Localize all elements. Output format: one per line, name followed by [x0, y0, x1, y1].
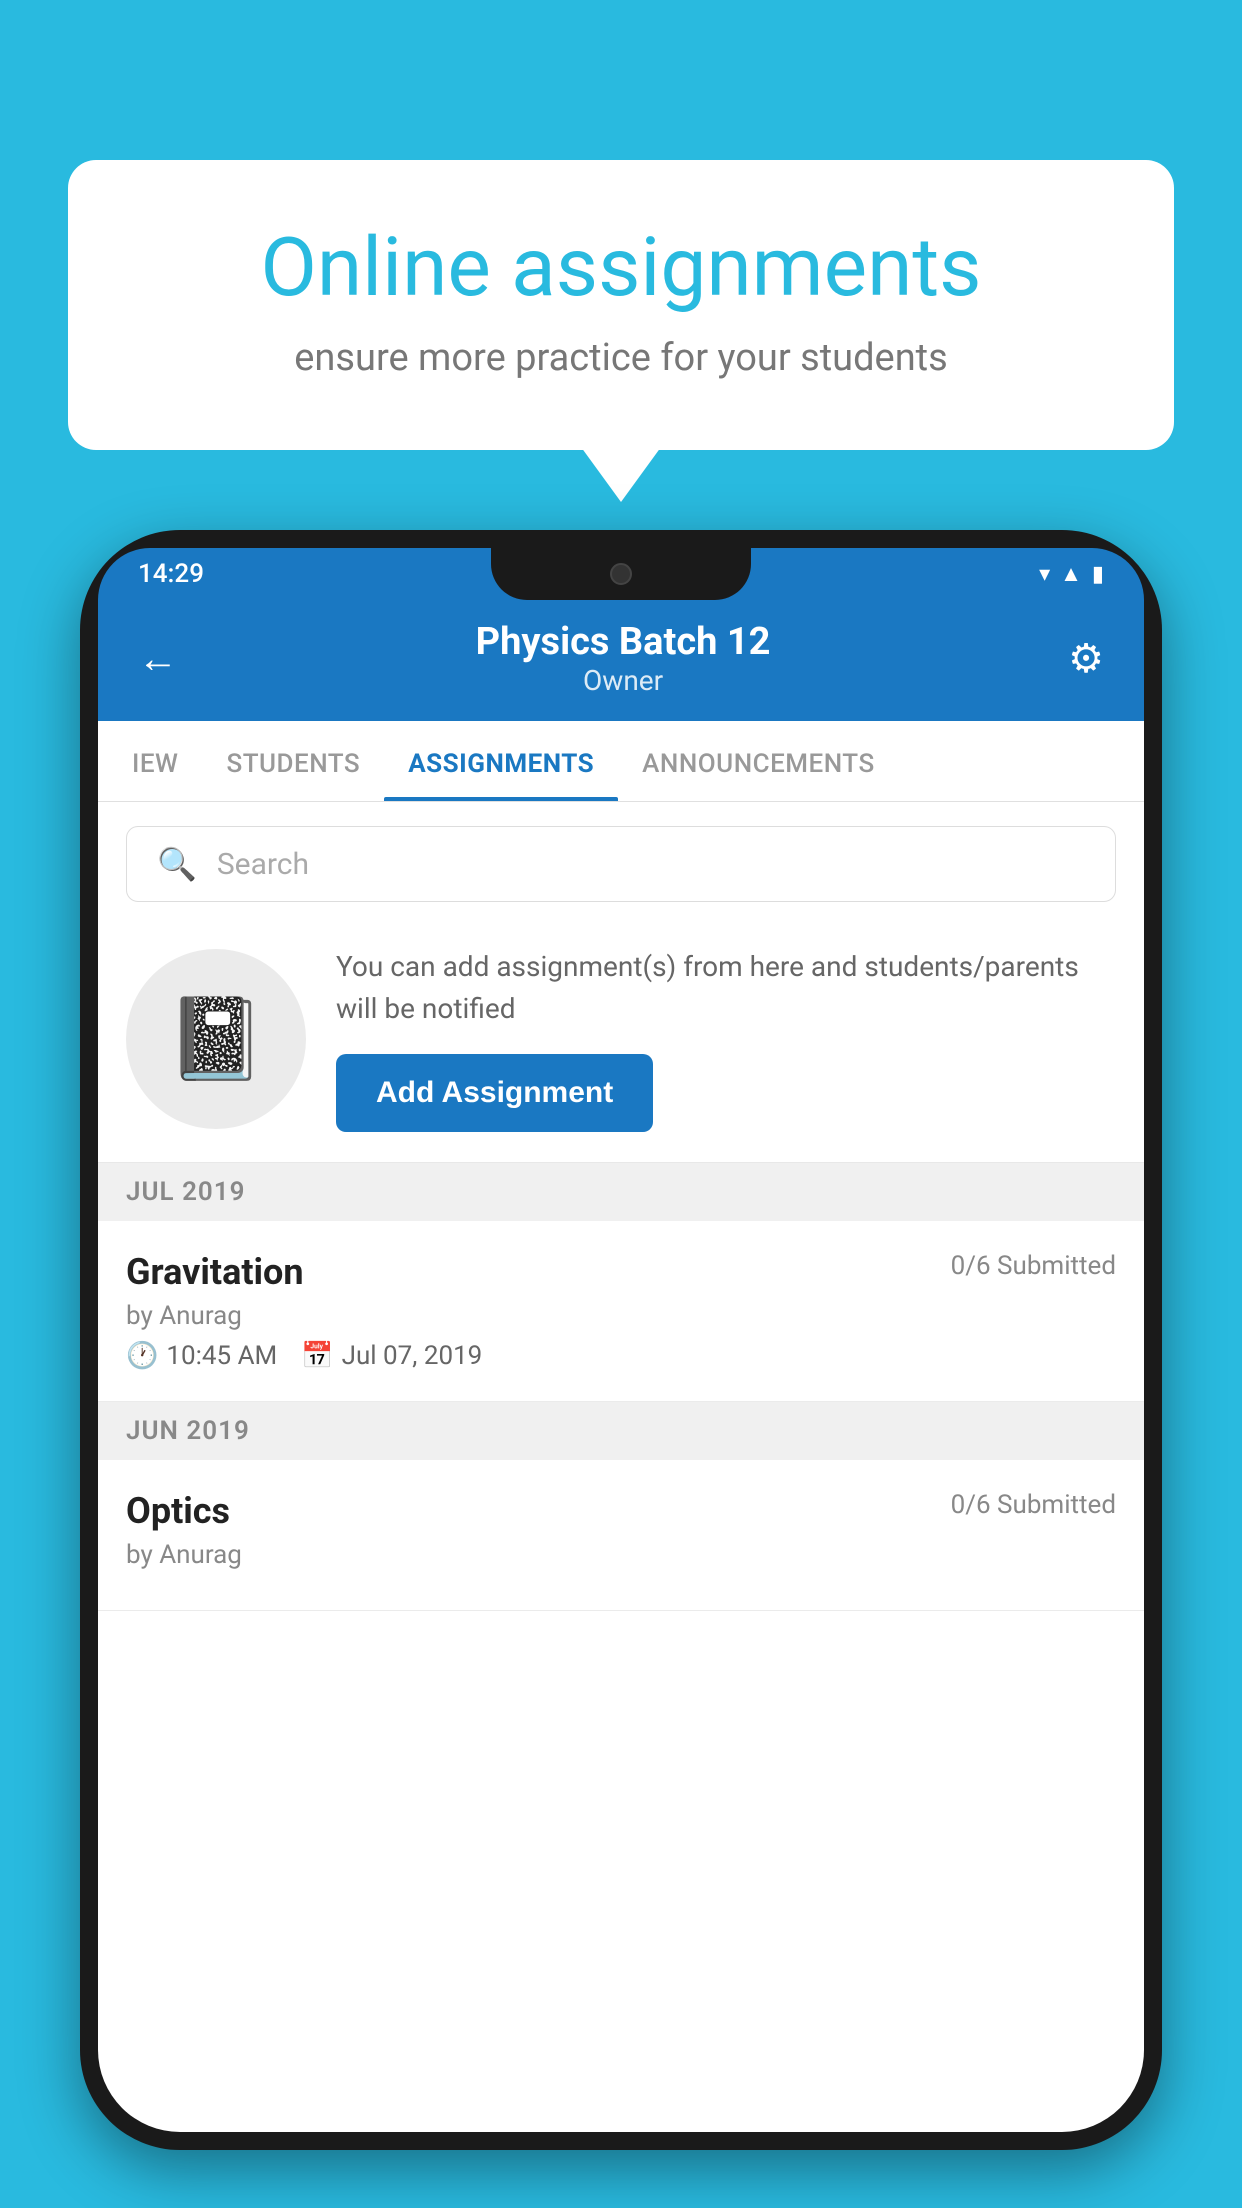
assignment-row1: Gravitation 0/6 Submitted — [126, 1251, 1116, 1293]
speech-bubble-wrapper: Online assignments ensure more practice … — [68, 160, 1174, 450]
add-assignment-content: You can add assignment(s) from here and … — [336, 946, 1116, 1132]
speech-bubble-title: Online assignments — [148, 220, 1094, 316]
add-assignment-description: You can add assignment(s) from here and … — [336, 946, 1116, 1030]
header-title: Physics Batch 12 — [476, 620, 771, 664]
tab-iew[interactable]: IEW — [108, 721, 202, 801]
speech-bubble-subtitle: ensure more practice for your students — [148, 336, 1094, 380]
speech-bubble: Online assignments ensure more practice … — [68, 160, 1174, 450]
assignment-time: 10:45 AM — [166, 1341, 277, 1371]
assignment-by-gravitation: by Anurag — [126, 1301, 1116, 1331]
notebook-icon: 📓 — [166, 992, 266, 1086]
assignment-by-optics: by Anurag — [126, 1540, 1116, 1570]
add-assignment-button[interactable]: Add Assignment — [336, 1054, 653, 1132]
tab-assignments[interactable]: ASSIGNMENTS — [384, 721, 618, 801]
phone-outer: 14:29 ▾ ▲ ▮ ← Physics Batch 12 Owner ⚙ I… — [80, 530, 1162, 2150]
tab-announcements[interactable]: ANNOUNCEMENTS — [618, 721, 899, 801]
assignment-icon-circle: 📓 — [126, 949, 306, 1129]
assignment-date: Jul 07, 2019 — [342, 1341, 483, 1371]
app-header: ← Physics Batch 12 Owner ⚙ — [98, 600, 1144, 721]
assignment-submitted-gravitation: 0/6 Submitted — [951, 1251, 1116, 1281]
status-icons: ▾ ▲ ▮ — [1039, 561, 1104, 587]
time-info: 🕐 10:45 AM — [126, 1341, 277, 1371]
section-header-jun: JUN 2019 — [98, 1402, 1144, 1460]
status-time: 14:29 — [138, 559, 204, 589]
header-subtitle: Owner — [476, 664, 771, 697]
assignment-name-gravitation: Gravitation — [126, 1251, 304, 1293]
search-bar[interactable]: 🔍 Search — [126, 826, 1116, 902]
calendar-icon: 📅 — [301, 1341, 333, 1371]
tabs-bar: IEW STUDENTS ASSIGNMENTS ANNOUNCEMENTS — [98, 721, 1144, 802]
phone-screen: ← Physics Batch 12 Owner ⚙ IEW STUDENTS … — [98, 600, 1144, 2132]
assignment-item-gravitation[interactable]: Gravitation 0/6 Submitted by Anurag 🕐 10… — [98, 1221, 1144, 1402]
back-button[interactable]: ← — [138, 635, 178, 682]
wifi-icon: ▾ — [1039, 562, 1050, 587]
phone-wrapper: 14:29 ▾ ▲ ▮ ← Physics Batch 12 Owner ⚙ I… — [80, 530, 1162, 2150]
header-center: Physics Batch 12 Owner — [476, 620, 771, 697]
gear-icon[interactable]: ⚙ — [1068, 635, 1104, 682]
tab-students[interactable]: STUDENTS — [202, 721, 384, 801]
assignment-item-optics[interactable]: Optics 0/6 Submitted by Anurag — [98, 1460, 1144, 1611]
assignment-name-optics: Optics — [126, 1490, 230, 1532]
phone-camera — [610, 563, 632, 585]
battery-icon: ▮ — [1092, 562, 1104, 587]
search-icon: 🔍 — [157, 845, 197, 883]
search-placeholder: Search — [217, 847, 309, 882]
add-assignment-section: 📓 You can add assignment(s) from here an… — [98, 926, 1144, 1163]
clock-icon: 🕐 — [126, 1341, 158, 1371]
section-header-jul: JUL 2019 — [98, 1163, 1144, 1221]
assignment-datetime-gravitation: 🕐 10:45 AM 📅 Jul 07, 2019 — [126, 1341, 1116, 1371]
assignment-submitted-optics: 0/6 Submitted — [951, 1490, 1116, 1520]
phone-notch — [491, 548, 751, 600]
assignment-row1-optics: Optics 0/6 Submitted — [126, 1490, 1116, 1532]
date-info: 📅 Jul 07, 2019 — [301, 1341, 482, 1371]
signal-icon: ▲ — [1060, 561, 1082, 587]
